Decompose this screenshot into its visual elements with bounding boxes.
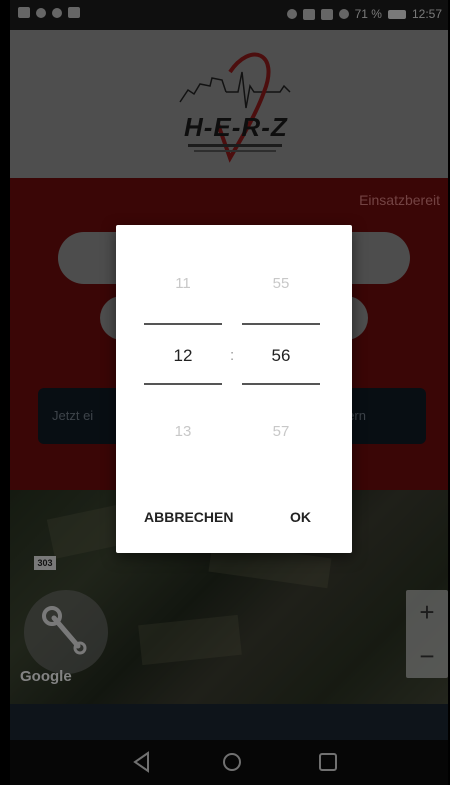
- hour-divider-top: [144, 323, 222, 325]
- hour-divider-bottom: [144, 383, 222, 385]
- minute-selected[interactable]: 56: [242, 346, 320, 366]
- hour-next[interactable]: 13: [144, 423, 222, 440]
- minute-next[interactable]: 57: [242, 423, 320, 440]
- minute-prev[interactable]: 55: [242, 275, 320, 292]
- hour-selected[interactable]: 12: [144, 346, 222, 366]
- time-picker-dialog: 11 12 13 : 55 56 57 ABBRECHEN OK: [116, 225, 352, 553]
- minute-divider-top: [242, 323, 320, 325]
- minute-divider-bottom: [242, 383, 320, 385]
- cancel-button[interactable]: ABBRECHEN: [144, 509, 233, 525]
- app-screen: 71 % 12:57 H-E-R-Z Einsatzbereit Jetzt e…: [10, 0, 448, 785]
- ok-button[interactable]: OK: [290, 509, 311, 525]
- hour-prev[interactable]: 11: [144, 275, 222, 292]
- time-separator: :: [230, 347, 235, 364]
